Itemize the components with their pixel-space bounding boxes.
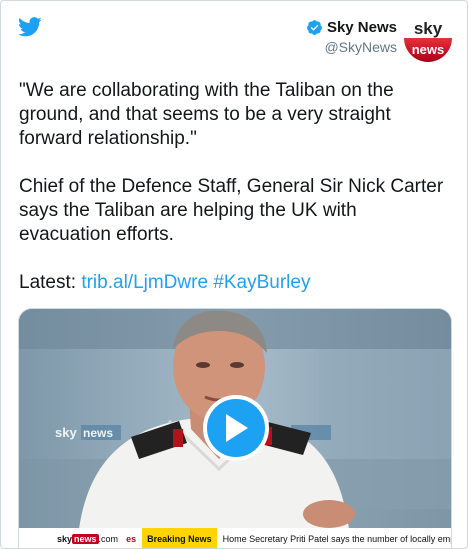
breaking-news-label: Breaking News [142,528,217,548]
tweet-card[interactable]: Sky News @SkyNews sky news "We are colla… [0,0,468,549]
author-block[interactable]: Sky News @SkyNews [306,19,397,55]
avatar[interactable]: sky news [404,14,452,62]
video-player[interactable]: sky news sky news .com es Breaking News … [18,308,452,548]
author-name[interactable]: Sky News [327,19,397,36]
play-icon [226,414,248,442]
ticker-logo-news: news [72,534,99,544]
hashtag-link[interactable]: #KayBurley [213,272,310,293]
author-handle[interactable]: @SkyNews [306,39,397,55]
latest-label: Latest: [19,272,77,293]
ticker-fragment: es [126,534,137,544]
avatar-news-text: news [412,42,445,57]
verified-badge-icon [307,20,322,35]
author-name-row[interactable]: Sky News [306,19,397,36]
bg-logo-sky: sky [55,425,77,440]
sky-news-logo: sky news [404,19,452,62]
ticker-logo: sky news .com [19,534,126,544]
news-ticker: sky news .com es Breaking News Home Secr… [19,528,452,548]
tweet-quote: "We are collaborating with the Taliban o… [19,80,394,149]
tweet-text: "We are collaborating with the Taliban o… [19,79,449,319]
ticker-headline: Home Secretary Priti Patel says the numb… [222,534,452,544]
play-button[interactable] [203,395,269,461]
tweet-link[interactable]: trib.al/LjmDwre [81,272,208,293]
tweet-body: Chief of the Defence Staff, General Sir … [19,176,444,245]
avatar-sky-text: sky [414,19,443,38]
bg-logo-news: news [83,426,113,440]
ticker-logo-sky: sky [57,534,73,544]
twitter-bird-icon[interactable] [18,16,42,38]
ticker-logo-domain: .com [98,534,119,544]
tweet-latest-line: Latest: trib.al/LjmDwre #KayBurley [19,271,449,295]
